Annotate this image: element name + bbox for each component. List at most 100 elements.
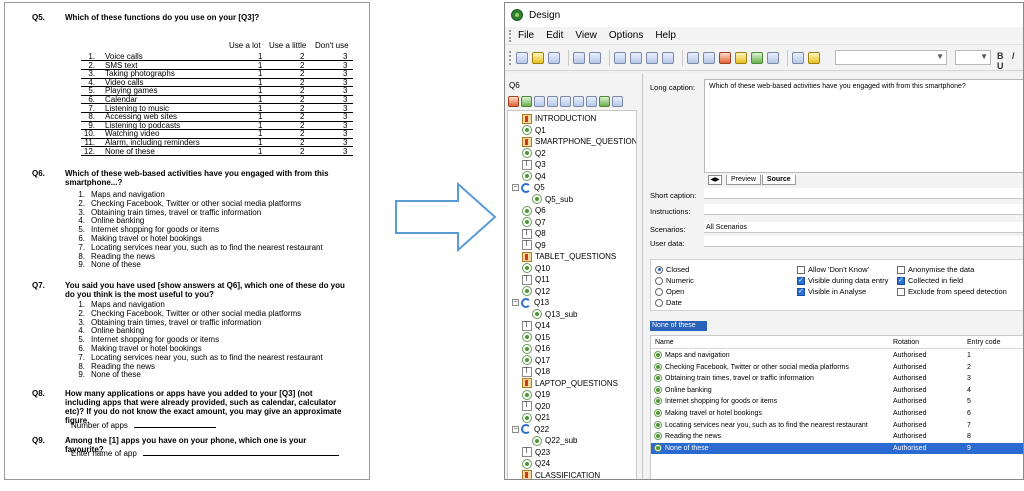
open-icon[interactable] [532,51,544,64]
tree-item[interactable]: Q24 [522,458,550,469]
move-right-icon[interactable] [586,96,597,107]
tree-item[interactable]: Q22_sub [532,435,577,446]
instructions-field[interactable] [704,204,1023,215]
type-open-radio[interactable]: Open [655,287,684,296]
tree-item[interactable]: Q7 [522,217,546,228]
collapse-icon[interactable]: − [512,184,519,191]
table-row[interactable]: Internet shopping for goods or items Auth… [651,396,1023,407]
table-row[interactable]: None of these Authorised 9 [651,442,1023,455]
table-row[interactable]: Online banking Authorised 4 [651,385,1023,396]
tree-item[interactable]: TABLET_QUESTIONS [522,251,616,262]
add-question-icon[interactable] [521,96,532,107]
tree-item[interactable]: − Q22 [512,424,549,435]
tree-item[interactable]: Q8 [522,228,546,239]
exclude-speed-checkbox[interactable]: Exclude from speed detection [897,287,1007,296]
tree-item[interactable]: Q6 [522,205,546,216]
user-data-field[interactable] [704,236,1023,247]
tree-item[interactable]: Q18 [522,366,550,377]
tree-item[interactable]: Q3 [522,159,546,170]
move-down-icon[interactable] [560,96,571,107]
tree-item[interactable]: LAPTOP_QUESTIONS [522,378,618,389]
move-up-icon[interactable] [547,96,558,107]
checklist-icon[interactable] [735,51,747,64]
collapse-icon[interactable]: − [512,299,519,306]
tree-item[interactable]: Q9 [522,239,546,251]
selected-answer-edit[interactable]: None of these [650,321,707,331]
menu-file[interactable]: File [518,30,534,41]
scenarios-field[interactable]: All Scenarios [704,222,1023,233]
menu-options[interactable]: Options [609,30,643,41]
tree-item[interactable]: − Q5 [512,182,545,193]
menu-edit[interactable]: Edit [546,30,563,41]
long-caption-editor[interactable]: Which of these web-based activities have… [704,79,1023,173]
menu-view[interactable]: View [575,30,597,41]
move-left-icon[interactable] [573,96,584,107]
add-icon[interactable] [599,96,610,107]
tree-item[interactable]: Q1 [522,125,546,136]
tree-item[interactable]: Q15 [522,332,550,343]
tree-item[interactable]: Q4 [522,171,546,182]
table-row[interactable]: Obtaining train times, travel or traffic… [651,373,1023,384]
tree-item[interactable]: Q5_sub [532,194,573,205]
cut-icon[interactable] [614,51,626,64]
column-header-entry-code[interactable]: Entry code [967,339,1000,346]
table-icon[interactable] [703,51,715,64]
save-icon[interactable] [548,51,560,64]
table-row[interactable]: Checking Facebook, Twitter or other soci… [651,362,1023,373]
tab-scroll-arrows-icon[interactable]: ◀▶ [708,175,722,185]
tree-item[interactable]: − Q13 [512,297,549,308]
type-date-radio[interactable]: Date [655,298,682,307]
tree-item[interactable]: Q2 [522,148,546,159]
allow-dont-know-checkbox[interactable]: Allow 'Don't Know' [797,265,869,274]
table-row[interactable]: Locating services near you, such as to f… [651,420,1023,431]
anonymise-checkbox[interactable]: Anonymise the data [897,265,974,274]
tree-item[interactable]: Q19 [522,389,550,400]
tree-item[interactable]: SMARTPHONE_QUESTIONS [522,136,636,147]
column-header-name[interactable]: Name [655,339,674,346]
window-icon[interactable] [767,51,779,64]
redo-icon[interactable] [589,51,601,64]
new-icon[interactable] [516,51,528,64]
font-size-combo[interactable]: ▼ [955,50,991,65]
tree-item[interactable]: CLASSIFICATION [522,470,600,479]
tree-item[interactable]: Q16 [522,343,550,354]
tree-item[interactable]: Q17 [522,355,550,366]
script-icon[interactable] [719,51,731,64]
table-row[interactable]: Reading the news Authorised 8 [651,431,1023,442]
collapse-icon[interactable]: − [512,425,519,433]
short-caption-field[interactable] [704,188,1023,199]
tab-source[interactable]: Source [761,175,796,185]
find-icon[interactable] [662,51,674,64]
undo-icon[interactable] [573,51,585,64]
tree-item[interactable]: Q20 [522,400,550,412]
list-icon[interactable] [612,96,623,107]
tree-item[interactable]: Q12 [522,286,550,297]
tree-item[interactable]: Q13_sub [532,309,577,320]
tree-item[interactable]: Q23 [522,446,550,458]
add-section-icon[interactable] [508,96,519,107]
type-numeric-radio[interactable]: Numeric [655,276,694,285]
table-row[interactable]: Maps and navigation Authorised 1 [651,350,1023,361]
loop-icon[interactable] [534,96,545,107]
visible-analyse-checkbox[interactable]: Visible in Analyse [797,287,866,296]
format-buttons[interactable]: B / U [997,51,1023,71]
tree-item[interactable]: Q10 [522,263,550,274]
copy-icon[interactable] [630,51,642,64]
properties-icon[interactable] [687,51,699,64]
tree-item[interactable]: Q14 [522,320,550,331]
tree-item[interactable]: Q11 [522,274,550,285]
type-closed-radio[interactable]: Closed [655,265,689,274]
test-icon[interactable] [751,51,763,64]
column-header-rotation[interactable]: Rotation [893,339,919,346]
visible-data-entry-checkbox[interactable]: Visible during data entry [797,276,888,285]
tab-preview[interactable]: Preview [726,175,761,185]
collected-in-field-checkbox[interactable]: Collected in field [897,276,963,285]
menu-help[interactable]: Help [655,30,676,41]
help-icon[interactable] [792,51,804,64]
wizard-icon[interactable] [808,51,820,64]
tree-item[interactable]: INTRODUCTION [522,113,596,124]
table-row[interactable]: Making travel or hotel bookings Authorise… [651,408,1023,419]
tree-item[interactable]: Q21 [522,412,550,423]
style-combo[interactable]: ▼ [835,50,947,65]
paste-icon[interactable] [646,51,658,64]
